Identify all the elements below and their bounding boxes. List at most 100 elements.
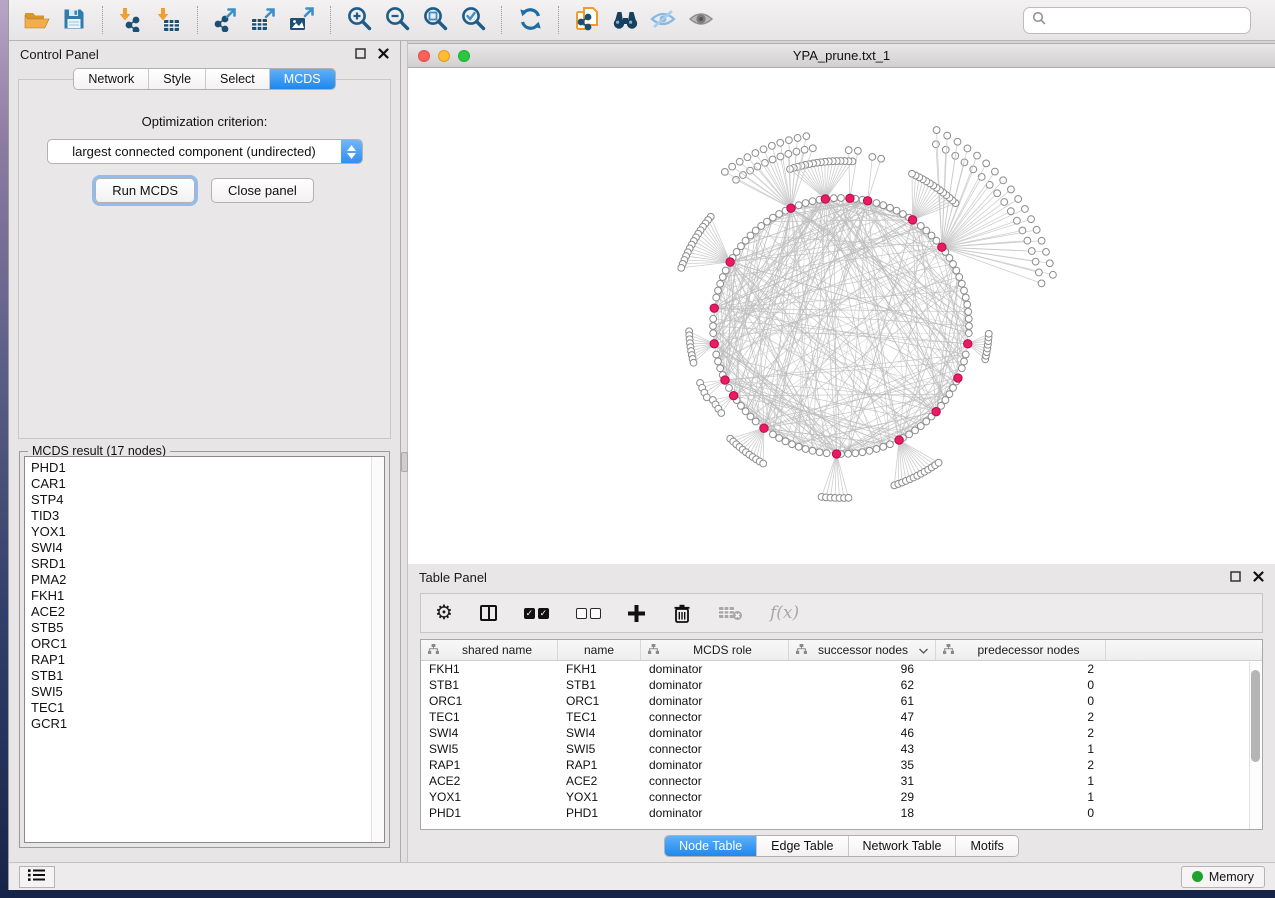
tab-network[interactable]: Network	[74, 69, 149, 89]
table-row[interactable]: ACE2ACE2connector311	[421, 773, 1262, 789]
search-field[interactable]	[1023, 7, 1251, 34]
save-session-button[interactable]	[55, 3, 93, 37]
panel-splitter[interactable]	[401, 41, 408, 862]
table-panel-title: Table Panel	[419, 570, 487, 585]
memory-status-icon	[1192, 871, 1203, 882]
unselect-all-button[interactable]	[576, 608, 601, 619]
mcds-result-item[interactable]: RAP1	[31, 652, 384, 668]
cell-predecessor-nodes: 2	[936, 662, 1106, 676]
tab-network-table[interactable]: Network Table	[849, 836, 957, 856]
float-panel-icon[interactable]	[1230, 569, 1241, 587]
mcds-result-item[interactable]: STB5	[31, 620, 384, 636]
table-scrollbar[interactable]	[1249, 662, 1262, 829]
cell-MCDS-role: dominator	[641, 662, 789, 676]
table-row[interactable]: TEC1TEC1connector472	[421, 709, 1262, 725]
tab-style[interactable]: Style	[149, 69, 206, 89]
add-entry-button[interactable]	[628, 605, 645, 622]
mcds-result-item[interactable]: PHD1	[31, 460, 384, 476]
tab-select[interactable]: Select	[206, 69, 270, 89]
zoom-fit-icon	[422, 5, 449, 35]
scrollbar-thumb[interactable]	[1251, 670, 1260, 762]
mcds-result-item[interactable]: TID3	[31, 508, 384, 524]
cell-name: STB1	[558, 678, 641, 692]
table-row[interactable]: STB1STB1dominator620	[421, 677, 1262, 693]
close-panel-icon[interactable]	[1253, 569, 1264, 587]
select-all-button[interactable]: ✓✓	[524, 608, 549, 619]
task-history-button[interactable]	[19, 866, 55, 888]
column-header-predecessor-nodes[interactable]: predecessor nodes	[936, 640, 1106, 660]
toolbar-separator	[197, 6, 198, 34]
mcds-result-item[interactable]: SRD1	[31, 556, 384, 572]
mcds-result-item[interactable]: STP4	[31, 492, 384, 508]
hide-selected-button[interactable]	[644, 3, 682, 37]
table-row[interactable]: PHD1PHD1dominator180	[421, 805, 1262, 821]
cell-MCDS-role: connector	[641, 774, 789, 788]
mcds-result-item[interactable]: ACE2	[31, 604, 384, 620]
split-panel-button[interactable]	[480, 605, 497, 621]
import-table-button[interactable]	[150, 3, 188, 37]
search-input[interactable]	[1051, 13, 1242, 28]
network-canvas[interactable]	[408, 68, 1275, 564]
tab-mcds[interactable]: MCDS	[270, 69, 335, 89]
criterion-dropdown[interactable]: largest connected component (undirected)	[47, 139, 363, 164]
table-row[interactable]: RAP1RAP1dominator352	[421, 757, 1262, 773]
mcds-result-item[interactable]: ORC1	[31, 636, 384, 652]
duplicate-network-button[interactable]	[568, 3, 606, 37]
import-network-icon	[118, 6, 145, 35]
column-header-MCDS-role[interactable]: MCDS role	[641, 640, 789, 660]
float-panel-icon[interactable]	[355, 46, 366, 64]
cell-name: YOX1	[558, 790, 641, 804]
find-network-button[interactable]	[606, 3, 644, 37]
close-panel-icon[interactable]	[378, 46, 389, 64]
sort-desc-icon	[919, 643, 928, 657]
table-row[interactable]: ORC1ORC1dominator610	[421, 693, 1262, 709]
table-row[interactable]: YOX1YOX1connector291	[421, 789, 1262, 805]
mcds-result-item[interactable]: GCR1	[31, 716, 384, 732]
table-row[interactable]: SWI4SWI4dominator462	[421, 725, 1262, 741]
mcds-result-listbox[interactable]: PHD1CAR1STP4TID3YOX1SWI4SRD1PMA2FKH1ACE2…	[24, 456, 385, 843]
open-file-button[interactable]	[17, 3, 55, 37]
column-header-successor-nodes[interactable]: successor nodes	[789, 640, 936, 660]
cell-shared-name: ACE2	[421, 774, 558, 788]
tab-motifs[interactable]: Motifs	[956, 836, 1017, 856]
splitter-handle-icon[interactable]	[401, 452, 408, 472]
tab-node-table[interactable]: Node Table	[665, 836, 757, 856]
table-settings-button[interactable]: ⚙	[435, 603, 453, 623]
desktop-wallpaper: Control Panel NetworkStyleSelectMCDS Opt…	[0, 0, 1275, 898]
zoom-in-button[interactable]	[340, 3, 378, 37]
cell-shared-name: RAP1	[421, 758, 558, 772]
zoom-out-button[interactable]	[378, 3, 416, 37]
table-row[interactable]: FKH1FKH1dominator962	[421, 661, 1262, 677]
control-panel-header: Control Panel	[9, 41, 400, 68]
table-row[interactable]: SWI5SWI5connector431	[421, 741, 1262, 757]
import-network-button[interactable]	[112, 3, 150, 37]
export-table-button[interactable]	[245, 3, 283, 37]
mcds-result-item[interactable]: CAR1	[31, 476, 384, 492]
show-all-button[interactable]	[682, 3, 720, 37]
list-scrollbar[interactable]	[371, 457, 384, 842]
export-image-button[interactable]	[283, 3, 321, 37]
tab-edge-table[interactable]: Edge Table	[757, 836, 848, 856]
memory-button[interactable]: Memory	[1181, 866, 1265, 888]
column-header-name[interactable]: name	[558, 640, 641, 660]
zoom-fit-button[interactable]	[416, 3, 454, 37]
network-window-titlebar[interactable]: YPA_prune.txt_1	[408, 44, 1275, 68]
mcds-result-item[interactable]: SWI5	[31, 684, 384, 700]
export-network-button[interactable]	[207, 3, 245, 37]
delete-entry-button[interactable]	[672, 603, 692, 624]
mcds-tab-panel: Optimization criterion: largest connecte…	[18, 79, 391, 439]
column-header-shared-name[interactable]: shared name	[421, 640, 558, 660]
refresh-view-button[interactable]	[511, 3, 549, 37]
save-session-icon	[62, 7, 86, 34]
network-window-title: YPA_prune.txt_1	[408, 48, 1275, 63]
mcds-result-item[interactable]: TEC1	[31, 700, 384, 716]
close-panel-button[interactable]: Close panel	[211, 178, 314, 203]
mcds-result-item[interactable]: STB1	[31, 668, 384, 684]
cell-name: ORC1	[558, 694, 641, 708]
mcds-result-item[interactable]: FKH1	[31, 588, 384, 604]
run-mcds-button[interactable]: Run MCDS	[95, 178, 195, 203]
zoom-selected-button[interactable]	[454, 3, 492, 37]
mcds-result-item[interactable]: SWI4	[31, 540, 384, 556]
mcds-result-item[interactable]: PMA2	[31, 572, 384, 588]
mcds-result-item[interactable]: YOX1	[31, 524, 384, 540]
